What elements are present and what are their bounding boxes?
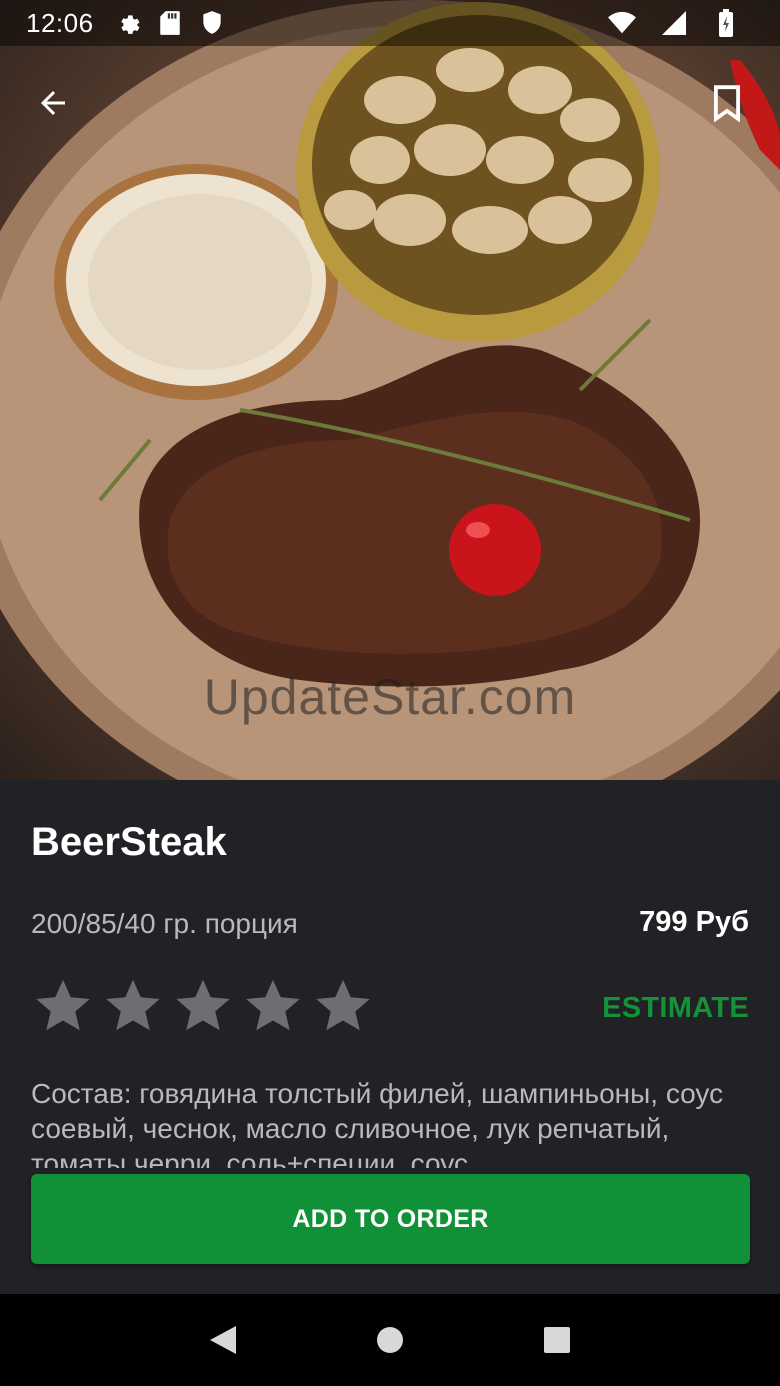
status-time: 12:06 bbox=[26, 7, 94, 38]
arrow-left-icon bbox=[41, 91, 65, 115]
star-icon[interactable] bbox=[103, 976, 163, 1036]
gear-icon bbox=[114, 9, 142, 37]
star-icon[interactable] bbox=[243, 976, 303, 1036]
add-to-order-button[interactable]: ADD TO ORDER bbox=[31, 1174, 750, 1264]
bookmark-button[interactable] bbox=[696, 72, 758, 134]
system-nav-bar bbox=[0, 1294, 780, 1386]
back-triangle-icon bbox=[210, 1326, 237, 1354]
star-icon[interactable] bbox=[173, 976, 233, 1036]
signal-icon bbox=[660, 9, 688, 37]
portion-size: 200/85/40 гр. порция bbox=[31, 908, 298, 939]
sd-card-icon bbox=[156, 9, 184, 37]
bookmark-icon bbox=[714, 85, 740, 122]
back-button[interactable] bbox=[22, 72, 84, 134]
nav-recents-button[interactable] bbox=[527, 1310, 587, 1370]
recents-square-icon bbox=[543, 1327, 570, 1353]
rating-stars[interactable] bbox=[33, 976, 373, 1036]
shield-icon bbox=[198, 9, 226, 37]
star-icon[interactable] bbox=[313, 976, 373, 1036]
wifi-icon bbox=[608, 9, 636, 37]
nav-back-button[interactable] bbox=[193, 1310, 253, 1370]
home-circle-icon bbox=[376, 1327, 403, 1353]
battery-icon bbox=[712, 9, 740, 37]
status-bar: 12:06 bbox=[0, 0, 780, 46]
product-price: 799 Руб bbox=[639, 906, 749, 938]
product-title: BeerSteak bbox=[31, 820, 227, 864]
watermark-text: UpdateStar.com bbox=[203, 669, 577, 725]
star-icon[interactable] bbox=[33, 976, 93, 1036]
nav-home-button[interactable] bbox=[360, 1310, 420, 1370]
product-description: Состав: говядина толстый филей, шампиньо… bbox=[31, 1078, 724, 1168]
toolbar bbox=[0, 64, 780, 134]
estimate-button[interactable]: ESTIMATE bbox=[602, 992, 749, 1025]
